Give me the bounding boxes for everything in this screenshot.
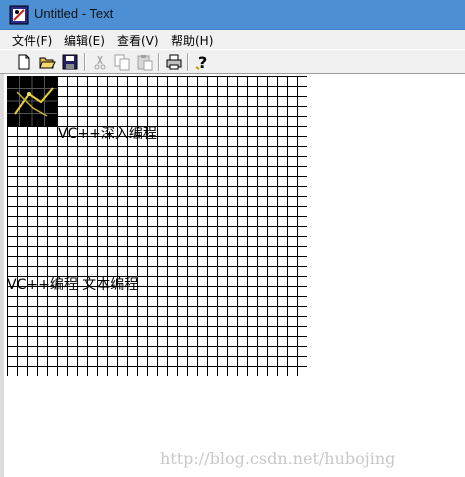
help-icon[interactable]: ? bbox=[194, 53, 212, 71]
open-icon[interactable] bbox=[38, 53, 56, 71]
toolbar: ? bbox=[0, 49, 465, 74]
menu-help[interactable]: 帮助(H) bbox=[169, 31, 215, 50]
menu-bar: 文件(F) 编辑(E) 查看(V) 帮助(H) bbox=[0, 30, 465, 49]
save-icon[interactable] bbox=[61, 53, 79, 71]
canvas-text-2: VC++编程 文本编程 bbox=[7, 277, 139, 293]
print-icon[interactable] bbox=[165, 53, 183, 71]
menu-view[interactable]: 查看(V) bbox=[115, 31, 161, 50]
menu-edit[interactable]: 编辑(E) bbox=[62, 31, 107, 50]
new-icon[interactable] bbox=[15, 53, 33, 71]
app-icon bbox=[9, 5, 29, 25]
window-border bbox=[0, 74, 4, 477]
toolbar-separator bbox=[84, 53, 86, 71]
bitmap-image bbox=[7, 76, 57, 126]
cut-icon[interactable] bbox=[91, 53, 109, 71]
canvas-text-1: VC++深入编程 bbox=[58, 126, 157, 142]
toolbar-separator bbox=[158, 53, 160, 71]
paste-icon[interactable] bbox=[136, 53, 154, 71]
window-title: Untitled - Text bbox=[34, 6, 114, 21]
toolbar-separator bbox=[187, 53, 189, 71]
copy-icon[interactable] bbox=[113, 53, 131, 71]
title-bar[interactable]: Untitled - Text bbox=[0, 0, 465, 30]
watermark: http://blog.csdn.net/hubojing bbox=[160, 449, 396, 468]
menu-file[interactable]: 文件(F) bbox=[10, 31, 54, 50]
